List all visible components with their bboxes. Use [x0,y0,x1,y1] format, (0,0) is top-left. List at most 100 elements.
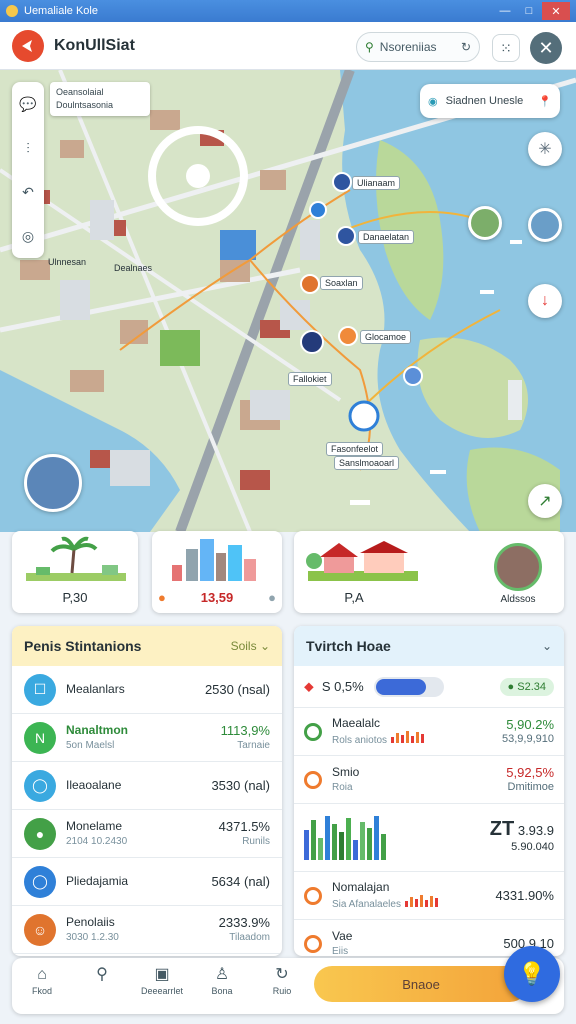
nav-item[interactable]: ⌂ Fkod [16,964,68,996]
station-icon: ◯ [24,865,56,898]
compass-button[interactable]: ✳ [528,132,562,166]
maximize-button[interactable]: □ [518,2,540,20]
station-icon: ☺ [24,913,56,946]
map-status-pill[interactable]: ◉ Siadnen Unesle 📍 [420,84,560,118]
item-value: 4331.90% [495,888,554,903]
chevron-down-icon[interactable]: ⌄ [542,639,552,653]
item-subtitle: Eiis [332,945,349,957]
item-value-sub: Tilaadom [229,931,270,943]
city-map[interactable]: 💬 ⫶ ↶ ◎ Oeansolaial Doulntsasonia ◉ Siad… [0,70,576,532]
map-label: Dealnaes [114,263,153,273]
bulb-button[interactable]: 💡 [504,946,560,1002]
avatar[interactable] [494,543,542,591]
status-pill[interactable]: ● S2.34 [499,677,554,696]
list-item[interactable]: ☺ Penolaiis 3030 1.2.30 2333.9% Tilaadom [12,906,282,954]
route-icon: ↗ [538,493,552,510]
map-label[interactable]: Soaxlan [320,276,363,290]
list-item[interactable]: ● Monelame 2104 10.2430 4371.5% Runils [12,810,282,858]
item-value: 2530 (nsal) [204,682,270,697]
nav-item[interactable]: ⚲ [76,964,128,986]
item-value: 5,90.2% [506,716,554,732]
map-toolbar: 💬 ⫶ ↶ ◎ [12,82,44,258]
list-item[interactable]: N Nanaltmon 5on Maelsl 1113,9% Tarnaie [12,714,282,762]
map-label: Ulnnesan [48,257,87,267]
sort-dropdown[interactable]: Soils ⌄ [231,639,270,653]
window-titlebar: Uemaliale Kole — □ ✕ [0,0,576,22]
list-item[interactable]: ☐ Mealanlars 2530 (nsal) [12,666,282,714]
progress-pill[interactable] [373,676,444,697]
item-value-sub: Tarnaie [237,739,270,751]
user-avatar-large[interactable] [24,454,82,512]
close-button[interactable]: ✕ [530,32,562,64]
trend-row[interactable]: Nomalajan Sia Afanalaeles 4331.90% [294,872,564,920]
summary-card[interactable]: ● 13,59 ● [152,531,282,613]
chat-icon[interactable]: 💬 [16,92,40,116]
window-close-button[interactable]: ✕ [542,2,570,20]
map-label[interactable]: Ulianaam [352,176,401,190]
nav-item[interactable]: ↻ Ruio [256,964,308,996]
undo-icon[interactable]: ↶ [16,180,40,204]
primary-action-button[interactable]: Bnaoe [314,966,528,1002]
item-name: Vae [332,928,353,943]
user-avatar[interactable] [528,208,562,242]
list-item[interactable]: ◯ Ileaoalane 3530 (nal) [12,762,282,810]
home-icon: ⌂ [37,966,47,983]
panel-header: Penis Stintanions Soils ⌄ [12,626,282,666]
summary-row: ⬥ S 0,5% ● S2.34 [294,666,564,708]
ring-icon [304,770,322,789]
item-name: Nanaltmon [66,722,129,737]
station-icon: ● [24,817,56,850]
item-name: Ileaoalane [66,778,122,792]
arrow-down-icon: ↓ [541,292,549,309]
list-item[interactable]: ◯ Pliedajamia 5634 (nal) [12,858,282,906]
app-logo[interactable] [12,29,44,62]
nav-label: Fkod [31,986,52,996]
item-name: Maealalc [332,715,381,730]
trend-row[interactable]: ZT 3.93.9 5.90.040 [294,804,564,872]
item-subtitle: 5on Maelsl [66,739,115,751]
item-subtitle: 2104 10.2430 [66,835,128,847]
layers-icon[interactable]: ⫶ [16,136,40,160]
summary-card[interactable]: P,30 [12,531,138,613]
minimize-button[interactable]: — [494,2,516,20]
item-subtitle: Sia Afanalaeles [332,894,495,912]
mini-bars-icon [391,730,426,743]
search-input[interactable]: ⚲ Nsoreniias ↻ [356,32,480,62]
item-value-sub: 53,9,9,910 [502,732,554,745]
ring-icon [304,934,322,953]
panel-header: Tvirtch Hoae ⌄ [294,626,564,666]
person-icon: ♙ [214,966,230,983]
map-label[interactable]: Sanslmoaoarl [334,456,400,470]
grid-button[interactable]: ⁙ [492,34,520,62]
pin-icon: 📍 [538,95,552,108]
map-label[interactable]: Glocamoe [360,330,412,344]
navigate-button[interactable]: ↗ [528,484,562,518]
nav-item[interactable]: ♙ Bona [196,964,248,996]
direction-button[interactable]: ↓ [528,284,562,318]
item-name: Pliedajamia [66,874,129,888]
refresh-icon: ↻ [275,966,289,983]
trend-row[interactable]: Maealalc Rols aniotos 5,90.2% 53,9,9,910 [294,708,564,756]
map-tooltip: Oeansolaial Doulntsasonia [50,82,150,116]
map-label[interactable]: Fasonfeelot [326,442,384,456]
close-icon: ✕ [538,37,554,58]
ring-icon [304,886,322,905]
locate-icon[interactable]: ◎ [16,224,40,248]
map-label[interactable]: Fallokiet [288,372,332,386]
palm-tree-icon [26,536,126,581]
bulb-icon: 💡 [518,961,546,986]
item-name: Monelame [66,818,123,833]
item-value: 3530 (nal) [211,778,270,793]
stations-panel: Penis Stintanions Soils ⌄ ☐ Mealanlars 253… [12,626,282,956]
user-avatar[interactable] [468,206,502,240]
item-subtitle: 3030 1.2.30 [66,931,119,943]
nav-item[interactable]: ▣ Deeearrlet [136,964,188,996]
item-name: Nomalajan [332,879,390,894]
window-title: Uemaliale Kole [24,5,98,17]
refresh-icon[interactable]: ↻ [461,40,471,54]
summary-card[interactable]: P,A Aldssos [294,531,564,613]
trend-row[interactable]: Smio Roia 5,92,5% Dmitimoe [294,756,564,804]
item-name: Mealanlars [66,682,125,696]
map-label[interactable]: Danaelatan [358,230,415,244]
station-icon: ☐ [24,673,56,706]
